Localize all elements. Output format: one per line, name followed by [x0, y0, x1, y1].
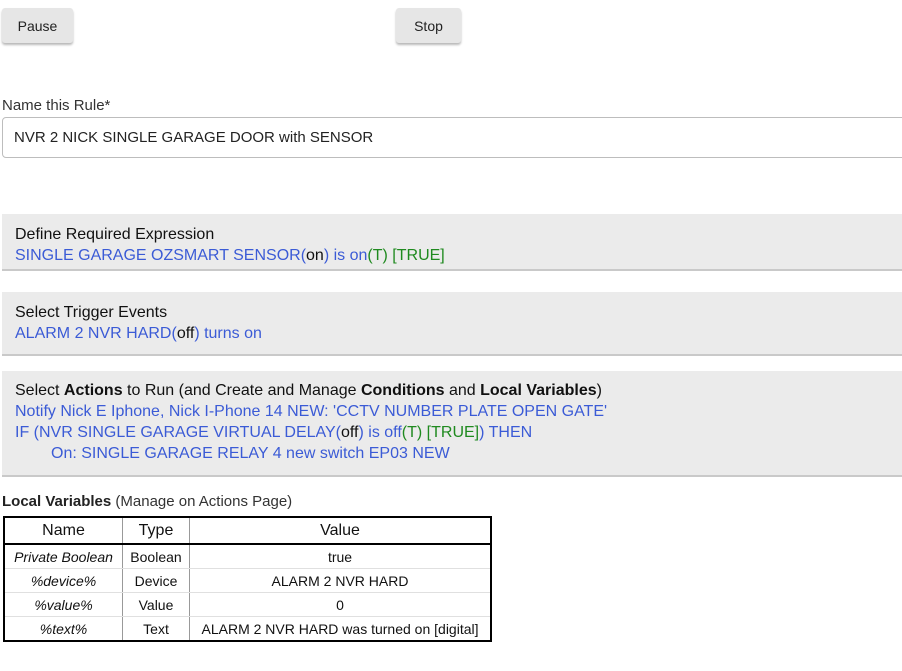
- required-expression-text: SINGLE GARAGE OZSMART SENSOR(on) is on(T…: [15, 245, 889, 266]
- variable-value: 0: [189, 592, 491, 617]
- actions-title-part: ): [596, 382, 602, 399]
- required-device: SINGLE GARAGE OZSMART SENSOR(: [15, 247, 307, 264]
- local-variables-heading: Local Variables: [2, 493, 112, 510]
- column-header-type: Type: [122, 517, 190, 545]
- pause-button[interactable]: Pause: [2, 8, 73, 43]
- trigger-events-text: ALARM 2 NVR HARD(off) turns on: [15, 323, 889, 344]
- actions-title-part: to Run (and Create and Manage: [122, 382, 361, 399]
- variable-value: ALARM 2 NVR HARD: [189, 568, 491, 593]
- required-expression-panel[interactable]: Define Required Expression SINGLE GARAGE…: [2, 214, 902, 271]
- actions-title-part: Select: [15, 382, 64, 399]
- table-row: %value% Value 0: [4, 592, 491, 617]
- actions-title-part: and: [444, 382, 481, 399]
- if-truth: (T): [401, 424, 423, 441]
- actions-title-actions: Actions: [63, 382, 123, 399]
- rule-name-input[interactable]: [2, 117, 902, 158]
- action-if: IF (NVR SINGLE GARAGE VIRTUAL DELAY(off)…: [15, 422, 889, 443]
- column-header-name: Name: [4, 517, 123, 545]
- local-variables-table: Name Type Value Private Boolean Boolean …: [3, 516, 492, 642]
- if-prefix: IF (NVR SINGLE GARAGE VIRTUAL DELAY(: [15, 424, 341, 441]
- local-variables-title: Local Variables (Manage on Actions Page): [2, 493, 292, 510]
- required-condition: ) is on: [323, 247, 368, 264]
- trigger-device: ALARM 2 NVR HARD(: [15, 325, 177, 342]
- rule-name-label: Name this Rule*: [2, 97, 111, 114]
- local-variables-subtitle: (Manage on Actions Page): [111, 493, 293, 510]
- variable-value: ALARM 2 NVR HARD was turned on [digital]: [189, 616, 491, 642]
- column-header-value: Value: [189, 517, 491, 545]
- table-row: Private Boolean Boolean true: [4, 544, 491, 569]
- variable-type: Value: [122, 592, 190, 617]
- required-expression-title: Define Required Expression: [15, 226, 215, 243]
- trigger-event: ) turns on: [194, 325, 262, 342]
- trigger-events-title: Select Trigger Events: [15, 304, 168, 321]
- action-on: On: SINGLE GARAGE RELAY 4 new switch EP0…: [51, 445, 450, 462]
- required-result: [TRUE]: [392, 247, 445, 264]
- if-suffix: ) THEN: [479, 424, 533, 441]
- variable-name: %device%: [4, 568, 123, 593]
- actions-title-conditions: Conditions: [360, 382, 445, 399]
- variable-name: %text%: [4, 616, 123, 642]
- action-notify: Notify Nick E Iphone, Nick I-Phone 14 NE…: [15, 403, 608, 420]
- variable-name: Private Boolean: [4, 544, 123, 569]
- variable-type: Device: [122, 568, 190, 593]
- actions-panel[interactable]: Select Actions to Run (and Create and Ma…: [2, 371, 902, 477]
- actions-title: Select Actions to Run (and Create and Ma…: [15, 380, 889, 401]
- if-result: [TRUE]: [426, 424, 480, 441]
- table-row: %device% Device ALARM 2 NVR HARD: [4, 568, 491, 593]
- variable-type: Text: [122, 616, 190, 642]
- table-header-row: Name Type Value: [4, 517, 491, 545]
- actions-title-local-vars: Local Variables: [480, 382, 597, 399]
- table-row: %text% Text ALARM 2 NVR HARD was turned …: [4, 616, 491, 642]
- required-state: on: [306, 247, 324, 264]
- if-state: off: [341, 424, 359, 441]
- variable-value: true: [189, 544, 491, 569]
- if-condition: ) is off: [358, 424, 402, 441]
- trigger-events-panel[interactable]: Select Trigger Events ALARM 2 NVR HARD(o…: [2, 292, 902, 356]
- trigger-state: off: [176, 325, 195, 342]
- variable-name: %value%: [4, 592, 123, 617]
- variable-type: Boolean: [122, 544, 190, 569]
- stop-button[interactable]: Stop: [396, 8, 461, 43]
- required-truth: (T): [367, 247, 388, 264]
